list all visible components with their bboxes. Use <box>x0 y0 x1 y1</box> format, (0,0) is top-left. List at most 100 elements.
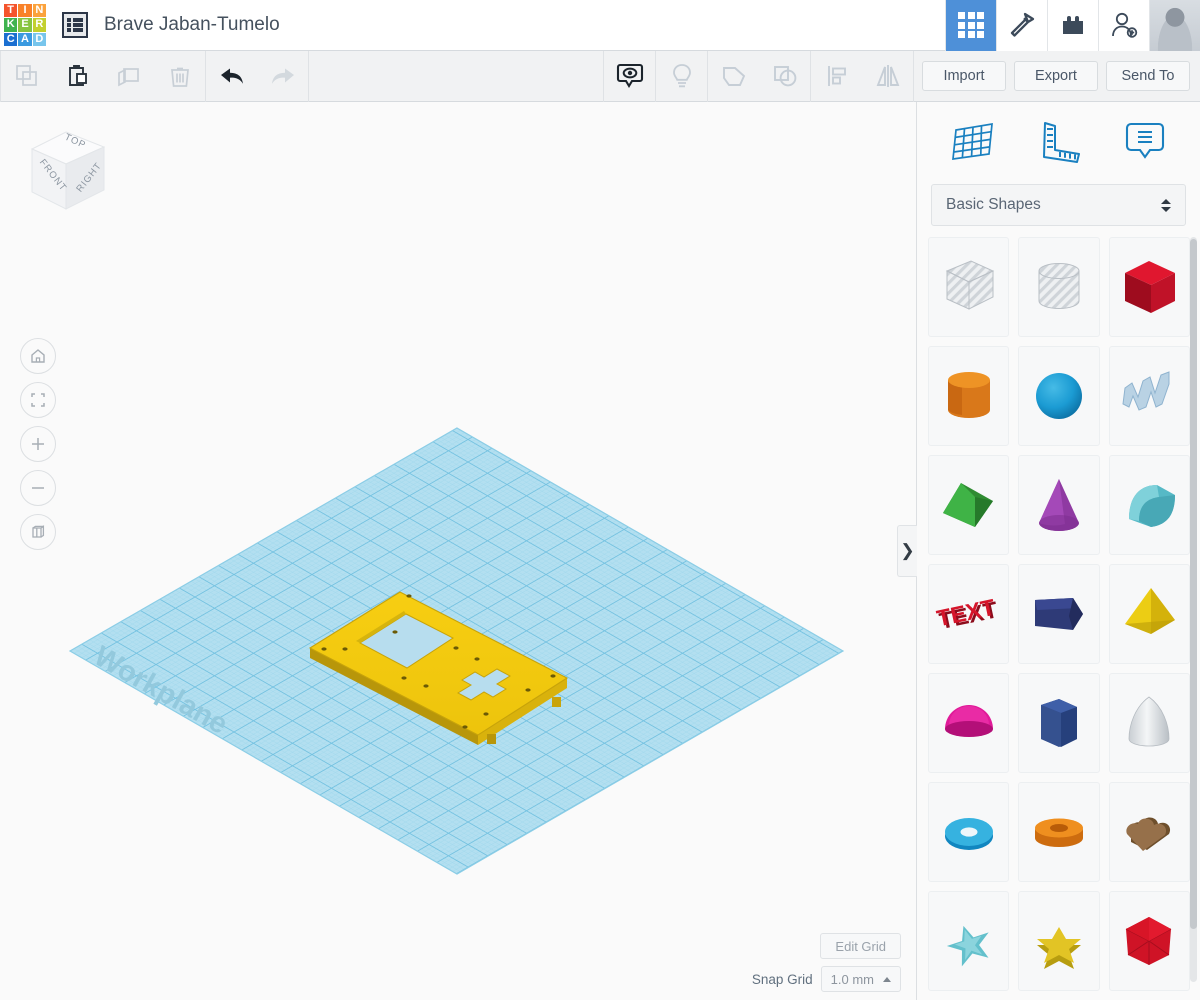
snap-grid-select[interactable]: 1.0 mm <box>820 966 901 992</box>
shape-category-select[interactable]: Basic Shapes <box>931 184 1186 226</box>
shape-text[interactable]: TEXT TEXT <box>928 564 1010 664</box>
shape-sphere[interactable] <box>1018 346 1100 446</box>
yellow-star-icon <box>1021 903 1097 979</box>
workplane-tool[interactable] <box>944 113 1000 169</box>
zoom-in-button[interactable] <box>20 426 56 462</box>
ungroup-shapes-icon <box>770 61 800 91</box>
redo-arrow-icon <box>268 63 298 89</box>
shape-cone[interactable] <box>1018 455 1100 555</box>
undo-button[interactable] <box>206 51 257 102</box>
striped-box-icon <box>931 249 1007 325</box>
box-perspective-icon <box>29 523 47 541</box>
logo-letter: T <box>4 4 18 18</box>
fit-view-button[interactable] <box>20 382 56 418</box>
snap-grid-value: 1.0 mm <box>830 971 874 987</box>
shape-paraboloid[interactable] <box>1108 673 1190 773</box>
paste-button[interactable] <box>52 51 103 102</box>
blocks-button[interactable] <box>1047 0 1098 51</box>
delete-button[interactable] <box>154 51 205 102</box>
view-navigation-buttons <box>20 338 56 550</box>
home-view-button[interactable] <box>20 338 56 374</box>
gallery-grid-button[interactable] <box>945 0 996 51</box>
shapes-panel: Basic Shapes TEXT TEXT <box>916 102 1200 1000</box>
tinkercad-logo[interactable]: T I N K E R C A D <box>0 0 50 51</box>
show-hide-button[interactable] <box>604 51 655 102</box>
shape-flat-star[interactable] <box>928 891 1010 991</box>
shape-polyhedron[interactable] <box>1108 891 1190 991</box>
ortho-perspective-button[interactable] <box>20 514 56 550</box>
ungroup-button[interactable] <box>759 51 810 102</box>
undo-arrow-icon <box>217 63 247 89</box>
profile-avatar[interactable] <box>1149 0 1200 51</box>
align-button[interactable] <box>811 51 862 102</box>
shape-scribble[interactable] <box>1108 346 1190 446</box>
shapes-panel-scrollbar[interactable] <box>1190 237 1197 982</box>
divider <box>308 50 309 102</box>
zoom-out-button[interactable] <box>20 470 56 506</box>
logo-letter: N <box>32 4 46 18</box>
snap-grid-row: Snap Grid 1.0 mm <box>752 966 901 992</box>
ruler-tool[interactable] <box>1030 113 1086 169</box>
document-title[interactable]: Brave Jaban-Tumelo <box>104 14 280 36</box>
notes-tool[interactable] <box>1117 113 1173 169</box>
trash-icon <box>166 62 194 90</box>
scribble-icon <box>1111 358 1187 434</box>
export-button[interactable]: Export <box>1014 61 1098 91</box>
shape-cylinder-hole[interactable] <box>1018 237 1100 337</box>
paste-clipboard-icon <box>64 62 92 90</box>
shape-dome[interactable] <box>928 673 1010 773</box>
shape-heart[interactable] <box>1108 782 1190 882</box>
shape-star[interactable] <box>1018 891 1100 991</box>
navy-slab-icon <box>1021 576 1097 652</box>
orange-tube-icon <box>1021 794 1097 870</box>
chevron-up-icon <box>883 976 891 982</box>
shape-polygon-slab[interactable] <box>1018 564 1100 664</box>
grouping-tools <box>708 51 810 102</box>
shape-hex-prism[interactable] <box>1018 673 1100 773</box>
visibility-tools <box>604 50 707 102</box>
shape-pyramid[interactable] <box>1108 564 1190 664</box>
red-box-icon <box>1111 249 1187 325</box>
shape-library-grid: TEXT TEXT <box>928 237 1190 991</box>
codeblocks-button[interactable] <box>996 0 1047 51</box>
note-bubble-icon <box>1121 118 1169 164</box>
redo-button[interactable] <box>257 51 308 102</box>
duplicate-button[interactable] <box>103 51 154 102</box>
lightbulb-icon <box>668 61 696 91</box>
collapse-panel-button[interactable]: ❯ <box>897 525 917 577</box>
shape-tube[interactable] <box>1018 782 1100 882</box>
logo-letter: K <box>4 18 18 32</box>
logo-letter: R <box>32 18 46 32</box>
group-shapes-icon <box>719 61 749 91</box>
list-row <box>67 28 83 32</box>
panel-tool-tabs <box>917 102 1200 180</box>
blue-hex-prism-icon <box>1021 685 1097 761</box>
add-person-icon <box>1109 11 1139 39</box>
ruler-icon <box>1034 118 1082 164</box>
clipboard-tools <box>1 51 205 102</box>
view-cube[interactable]: TOP FRONT RIGHT <box>18 114 118 224</box>
shape-round-roof[interactable] <box>1108 455 1190 555</box>
shape-torus[interactable] <box>928 782 1010 882</box>
shape-cylinder[interactable] <box>928 346 1010 446</box>
mirror-button[interactable] <box>862 51 913 102</box>
eye-bubble-icon <box>614 60 646 92</box>
list-menu-icon[interactable] <box>62 12 88 38</box>
import-button[interactable]: Import <box>922 61 1006 91</box>
invite-button[interactable] <box>1098 0 1149 51</box>
orange-cylinder-icon <box>931 358 1007 434</box>
brown-heart-icon <box>1111 794 1187 870</box>
svg-text:TEXT: TEXT <box>934 594 997 632</box>
light-button[interactable] <box>656 51 707 102</box>
send-to-button[interactable]: Send To <box>1106 61 1190 91</box>
spinner-arrows-icon <box>1161 198 1171 212</box>
3d-viewport[interactable]: Workplane TOP FRONT RIGHT Edit Grid Snap… <box>0 102 915 1000</box>
hammer-icon <box>1007 10 1037 40</box>
copy-button[interactable] <box>1 51 52 102</box>
group-button[interactable] <box>708 51 759 102</box>
edit-grid-button[interactable]: Edit Grid <box>820 933 901 959</box>
red-polyhedron-icon <box>1111 903 1187 979</box>
shape-box-hole[interactable] <box>928 237 1010 337</box>
shape-box[interactable] <box>1108 237 1190 337</box>
shape-roof[interactable] <box>928 455 1010 555</box>
